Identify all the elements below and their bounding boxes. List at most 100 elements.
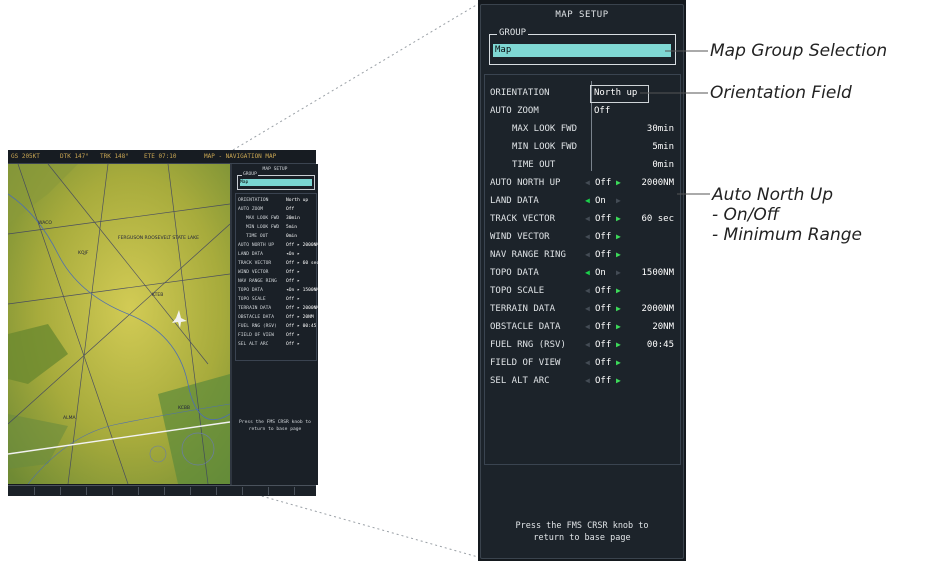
setting-row-field-of-view[interactable]: FIELD OF VIEW ◀ Off ▶ bbox=[485, 354, 680, 372]
thumb-row-value: Off ▸ 20NM bbox=[286, 315, 314, 320]
setting-row-topo-data[interactable]: TOPO DATA ◀ On ▶ 1500NM bbox=[485, 264, 680, 282]
left-arrow-icon: ◀ bbox=[585, 196, 590, 205]
max-look-fwd-value[interactable]: 30min bbox=[647, 120, 674, 138]
thumb-row[interactable]: AUTO ZOOM Off bbox=[238, 206, 316, 213]
setting-label: WIND VECTOR bbox=[490, 232, 550, 242]
map-label: ALMA bbox=[63, 415, 76, 421]
map-group-field[interactable]: Map bbox=[493, 44, 671, 57]
thumb-row[interactable]: MIN LOOK FWD 5min bbox=[238, 224, 316, 231]
right-arrow-icon: ▶ bbox=[616, 232, 621, 241]
min-look-fwd-row[interactable]: MIN LOOK FWD 5min bbox=[485, 138, 680, 156]
auto-zoom-row[interactable]: AUTO ZOOM Off bbox=[485, 102, 680, 120]
thumb-row[interactable]: TIME OUT 0min bbox=[238, 233, 316, 240]
thumb-row[interactable]: AUTO NORTH UP Off ▸ 2000NM bbox=[238, 242, 320, 249]
setting-state[interactable]: Off bbox=[595, 300, 611, 318]
orientation-value[interactable]: North up bbox=[594, 84, 637, 102]
thumb-row-label: AUTO ZOOM bbox=[238, 207, 263, 212]
setting-row-sel-alt-arc[interactable]: SEL ALT ARC ◀ Off ▶ bbox=[485, 372, 680, 390]
thumb-row[interactable]: TERRAIN DATA Off ▸ 2000NM bbox=[238, 305, 319, 312]
setting-state[interactable]: Off bbox=[595, 228, 611, 246]
setting-row-topo-scale[interactable]: TOPO SCALE ◀ Off ▶ bbox=[485, 282, 680, 300]
setting-row-track-vector[interactable]: TRACK VECTOR ◀ Off ▶ 60 sec bbox=[485, 210, 680, 228]
auto-zoom-value[interactable]: Off bbox=[594, 102, 610, 120]
min-look-fwd-label: MIN LOOK FWD bbox=[512, 142, 578, 152]
thumb-row[interactable]: FUEL RNG (RSV) Off ▸ 00:45 bbox=[238, 323, 316, 330]
thumb-row[interactable]: NAV RANGE RING Off ▸ bbox=[238, 278, 316, 285]
thumb-row-label: TERRAIN DATA bbox=[238, 306, 272, 311]
thumb-row-value: Off bbox=[286, 207, 295, 212]
thumb-navigation-map: FERGUSON ROOSEVELT STATE LAKE WACO KQJF … bbox=[8, 164, 230, 484]
on-off-callout: - On/Off bbox=[712, 205, 780, 225]
setting-state[interactable]: Off bbox=[595, 246, 611, 264]
thumb-row-label: MIN LOOK FWD bbox=[246, 225, 280, 230]
thumb-row-value: North up bbox=[286, 198, 309, 203]
setting-row-auto-north-up[interactable]: AUTO NORTH UP ◀ Off ▶ 2000NM bbox=[485, 174, 680, 192]
auto-north-up-callout: Auto North Up bbox=[712, 185, 834, 205]
setting-state[interactable]: Off bbox=[595, 210, 611, 228]
right-arrow-icon: ▶ bbox=[616, 178, 621, 187]
setting-range-value[interactable]: 2000NM bbox=[641, 300, 674, 318]
thumb-row[interactable]: WIND VECTOR Off ▸ bbox=[238, 269, 316, 276]
thumb-row-label: SEL ALT ARC bbox=[238, 342, 269, 347]
setting-row-nav-range-ring[interactable]: NAV RANGE RING ◀ Off ▶ bbox=[485, 246, 680, 264]
thumb-row-label: TOPO SCALE bbox=[238, 297, 266, 302]
thumb-row-label: NAV RANGE RING bbox=[238, 279, 277, 284]
thumb-row-value: ◂On ▸ 1500NM bbox=[286, 288, 320, 293]
thumb-row[interactable]: TRACK VECTOR Off ▸ 60 sec bbox=[238, 260, 319, 267]
thumb-row-label: FUEL RNG (RSV) bbox=[238, 324, 277, 329]
thumb-gs: GS 205KT bbox=[11, 153, 40, 160]
setting-state[interactable]: Off bbox=[595, 336, 611, 354]
setting-state[interactable]: Off bbox=[595, 174, 611, 192]
thumb-row[interactable]: ORIENTATION North up bbox=[238, 197, 316, 204]
min-look-fwd-value[interactable]: 5min bbox=[652, 138, 674, 156]
thumb-row[interactable]: TOPO DATA ◂On ▸ 1500NM bbox=[238, 287, 320, 294]
thumb-row[interactable]: LAND DATA ◂On ▸ bbox=[238, 251, 316, 258]
setting-row-obstacle-data[interactable]: OBSTACLE DATA ◀ Off ▶ 20NM bbox=[485, 318, 680, 336]
orientation-row[interactable]: ORIENTATION North up bbox=[485, 84, 680, 102]
setting-range-value[interactable]: 1500NM bbox=[641, 264, 674, 282]
left-arrow-icon: ◀ bbox=[585, 268, 590, 277]
setting-state[interactable]: Off bbox=[595, 372, 611, 390]
left-arrow-icon: ◀ bbox=[585, 250, 590, 259]
thumb-row-label: MAX LOOK FWD bbox=[246, 216, 280, 221]
thumb-row[interactable]: FIELD OF VIEW Off ▸ bbox=[238, 332, 316, 339]
thumb-row-value: Off ▸ 2000NM bbox=[286, 243, 320, 248]
group-box: GROUP Map bbox=[489, 28, 676, 65]
setting-label: FIELD OF VIEW bbox=[490, 358, 561, 368]
thumb-row-label: ORIENTATION bbox=[238, 198, 269, 203]
time-out-row[interactable]: TIME OUT 0min bbox=[485, 156, 680, 174]
setting-row-land-data[interactable]: LAND DATA ◀ On ▶ bbox=[485, 192, 680, 210]
thumb-row[interactable]: SEL ALT ARC Off ▸ bbox=[238, 341, 316, 348]
setting-label: NAV RANGE RING bbox=[490, 250, 566, 260]
setting-range-value[interactable]: 60 sec bbox=[641, 210, 674, 228]
setting-row-wind-vector[interactable]: WIND VECTOR ◀ Off ▶ bbox=[485, 228, 680, 246]
setting-range-value[interactable]: 20NM bbox=[652, 318, 674, 336]
setting-row-terrain-data[interactable]: TERRAIN DATA ◀ Off ▶ 2000NM bbox=[485, 300, 680, 318]
thumb-group-value[interactable]: Map bbox=[240, 179, 312, 186]
setting-row-fuel-rng-rsv[interactable]: FUEL RNG (RSV) ◀ Off ▶ 00:45 bbox=[485, 336, 680, 354]
thumb-page-title: MAP - NAVIGATION MAP bbox=[204, 153, 277, 160]
setting-range-value[interactable]: 00:45 bbox=[647, 336, 674, 354]
setting-state[interactable]: On bbox=[595, 264, 606, 282]
map-label: KCBB bbox=[178, 405, 190, 411]
message-line-2: return to base page bbox=[533, 533, 631, 543]
thumb-row-label: FIELD OF VIEW bbox=[238, 333, 274, 338]
max-look-fwd-row[interactable]: MAX LOOK FWD 30min bbox=[485, 120, 680, 138]
setting-range-value[interactable]: 2000NM bbox=[641, 174, 674, 192]
message-line-1: Press the FMS CRSR knob to bbox=[515, 521, 649, 531]
time-out-value[interactable]: 0min bbox=[652, 156, 674, 174]
setting-state[interactable]: Off bbox=[595, 354, 611, 372]
setting-state[interactable]: Off bbox=[595, 282, 611, 300]
thumb-map-setup-window: MAP SETUP GROUP Map ORIENTATION North up … bbox=[230, 164, 320, 485]
setting-state[interactable]: On bbox=[595, 192, 606, 210]
map-label: KQJF bbox=[78, 250, 89, 256]
thumb-row[interactable]: MAX LOOK FWD 30min bbox=[238, 215, 316, 222]
thumb-row[interactable]: TOPO SCALE Off ▸ bbox=[238, 296, 316, 303]
thumb-row[interactable]: OBSTACLE DATA Off ▸ 20NM bbox=[238, 314, 316, 321]
minimum-range-callout: - Minimum Range bbox=[712, 225, 862, 245]
thumb-row-value: Off ▸ bbox=[286, 333, 300, 338]
right-arrow-icon: ▶ bbox=[616, 250, 621, 259]
left-arrow-icon: ◀ bbox=[585, 286, 590, 295]
setting-state[interactable]: Off bbox=[595, 318, 611, 336]
right-arrow-icon: ▶ bbox=[616, 340, 621, 349]
